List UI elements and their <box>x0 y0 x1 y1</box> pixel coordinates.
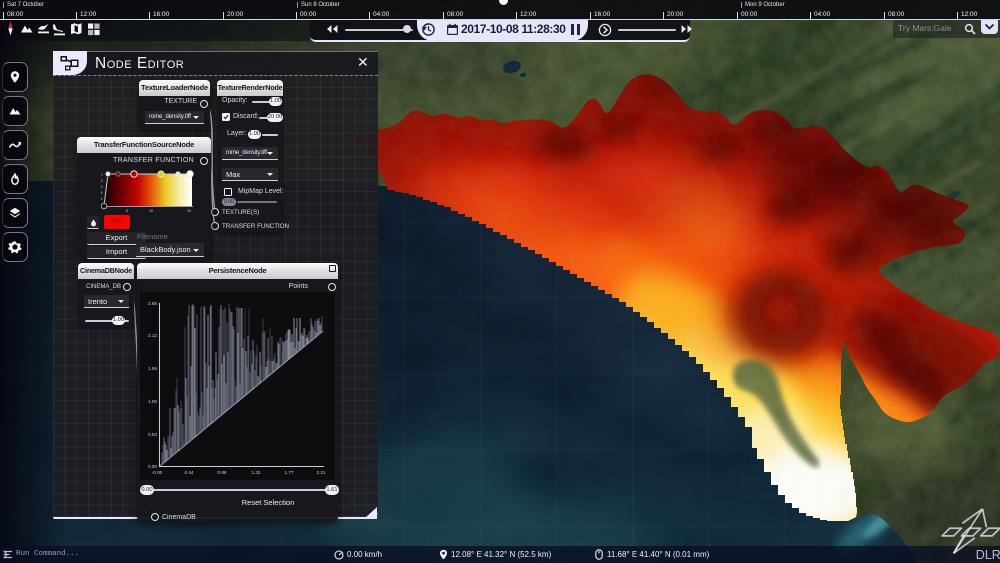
svg-text:1.33: 1.33 <box>252 470 261 475</box>
svg-text:5: 5 <box>126 209 128 213</box>
svg-text:0.8: 0.8 <box>101 179 103 183</box>
svg-text:1.59: 1.59 <box>148 366 157 371</box>
svg-text:10: 10 <box>149 209 153 213</box>
svg-text:2.21: 2.21 <box>317 470 326 475</box>
svg-text:1.0: 1.0 <box>101 173 103 177</box>
svg-text:-0.00: -0.00 <box>152 470 163 475</box>
svg-text:DLR: DLR <box>976 548 1000 561</box>
svg-text:2.12: 2.12 <box>148 333 157 338</box>
svg-text:1.06: 1.06 <box>148 399 157 404</box>
svg-text:19: 19 <box>187 209 191 213</box>
svg-text:0.2: 0.2 <box>101 197 103 201</box>
svg-text:0.88: 0.88 <box>218 470 227 475</box>
svg-text:0.00: 0.00 <box>148 464 157 469</box>
svg-text:0.4: 0.4 <box>101 191 103 195</box>
svg-text:0.44: 0.44 <box>185 470 194 475</box>
svg-text:0.6: 0.6 <box>101 185 103 189</box>
svg-text:1.77: 1.77 <box>285 470 294 475</box>
svg-text:2.65: 2.65 <box>148 301 157 306</box>
svg-text:0.53: 0.53 <box>148 432 157 437</box>
